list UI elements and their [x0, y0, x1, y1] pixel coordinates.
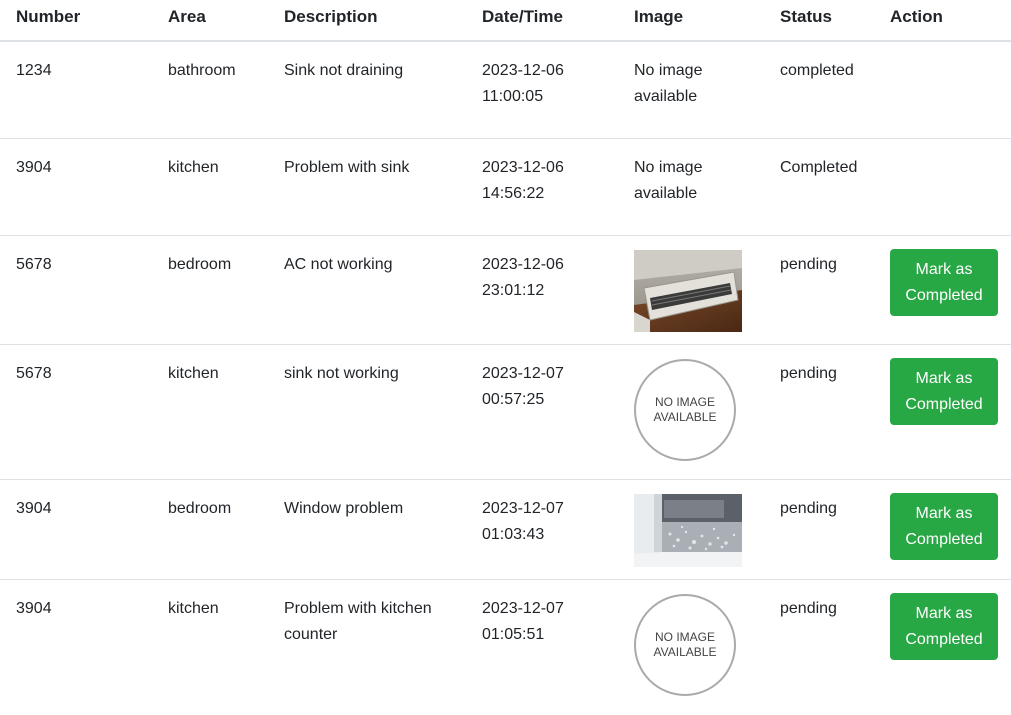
cell-status: pending [764, 478, 874, 579]
table-row: 3904 kitchen Problem with sink 2023-12-0… [0, 137, 1011, 235]
cell-area: kitchen [152, 578, 268, 714]
header-area: Area [152, 0, 268, 42]
mark-completed-button[interactable]: Mark as Completed [890, 492, 998, 560]
no-image-text: No image available [634, 158, 703, 202]
cell-number: 1234 [16, 62, 52, 79]
time-text: 00:57:25 [482, 390, 545, 408]
mark-completed-button[interactable]: Mark as Completed [890, 357, 998, 425]
cell-action: Mark as Completed [874, 343, 1011, 479]
date-text: 2023-12-06 [482, 255, 564, 273]
cell-area: kitchen [152, 137, 268, 235]
cell-image: No image available [618, 137, 764, 235]
cell-status: pending [764, 578, 874, 714]
cell-status: Completed [764, 137, 874, 235]
cell-number: 3904 [0, 137, 152, 235]
ac-unit-photo [634, 249, 742, 332]
table-header: Number Area Description Date/Time Image … [0, 0, 1011, 42]
cell-number: 3904 [0, 578, 152, 714]
cell-description: sink not working [268, 343, 466, 479]
cell-action [874, 41, 1011, 138]
cell-datetime: 2023-12-06 11:00:05 [466, 41, 618, 138]
table-row: 3904 bedroom Window problem 2023-12-07 0… [0, 478, 1011, 579]
cell-description: Problem with sink [268, 137, 466, 235]
date-text: 2023-12-07 [482, 599, 564, 617]
cell-image [618, 234, 764, 344]
cell-description: Window problem [268, 478, 466, 579]
cell-area: bedroom [152, 234, 268, 344]
cell-datetime: 2023-12-07 01:05:51 [466, 578, 618, 714]
header-status: Status [764, 0, 874, 42]
cell-action: Mark as Completed [874, 578, 1011, 714]
cell-status: completed [780, 62, 854, 79]
cell-description: Sink not draining [284, 62, 404, 79]
cell-status: pending [764, 343, 874, 479]
date-text: 2023-12-06 [482, 62, 564, 79]
cell-number: 5678 [0, 234, 152, 344]
header-description: Description [268, 0, 466, 42]
time-text: 01:05:51 [482, 625, 545, 643]
time-text: 23:01:12 [482, 281, 545, 299]
window-image [634, 493, 742, 567]
date-text: 2023-12-07 [482, 364, 564, 382]
date-text: 2023-12-07 [482, 499, 564, 517]
ac-unit-image [634, 249, 742, 332]
cell-datetime: 2023-12-06 23:01:12 [466, 234, 618, 344]
time-text: 11:00:05 [482, 88, 544, 105]
window-photo [634, 493, 742, 567]
header-datetime: Date/Time [466, 0, 618, 42]
cell-image: NO IMAGE AVAILABLE [618, 343, 764, 479]
date-text: 2023-12-06 [482, 158, 564, 176]
header-action: Action [874, 0, 1011, 42]
cell-action: Mark as Completed [874, 234, 1011, 344]
no-image-placeholder: NO IMAGE AVAILABLE [634, 358, 736, 461]
header-number: Number [0, 0, 152, 42]
table-row: 5678 bedroom AC not working 2023-12-06 2… [0, 234, 1011, 344]
cell-image: NO IMAGE AVAILABLE [618, 578, 764, 714]
time-text: 01:03:43 [482, 525, 545, 543]
cell-action: Mark as Completed [874, 478, 1011, 579]
cell-number: 5678 [0, 343, 152, 479]
cell-image [618, 478, 764, 579]
header-image: Image [618, 0, 764, 42]
cell-number: 3904 [0, 478, 152, 579]
no-image-placeholder: NO IMAGE AVAILABLE [634, 593, 736, 696]
mark-completed-button[interactable]: Mark as Completed [890, 248, 998, 316]
maintenance-requests-table: Number Area Description Date/Time Image … [0, 0, 1011, 714]
requests-table-container: Number Area Description Date/Time Image … [0, 0, 1011, 715]
cell-datetime: 2023-12-06 14:56:22 [466, 137, 618, 235]
cell-action [874, 137, 1011, 235]
cell-area: bathroom [168, 62, 236, 79]
no-image-text: No image available [634, 62, 703, 105]
cell-datetime: 2023-12-07 00:57:25 [466, 343, 618, 479]
table-row: 3904 kitchen Problem with kitchen counte… [0, 578, 1011, 714]
cell-datetime: 2023-12-07 01:03:43 [466, 478, 618, 579]
table-row: 5678 kitchen sink not working 2023-12-07… [0, 343, 1011, 479]
table-body: 1234 bathroom Sink not draining 2023-12-… [0, 41, 1011, 714]
mark-completed-button[interactable]: Mark as Completed [890, 592, 998, 660]
cell-area: kitchen [152, 343, 268, 479]
cell-area: bedroom [152, 478, 268, 579]
time-text: 14:56:22 [482, 184, 545, 202]
cell-status: pending [764, 234, 874, 344]
cell-image: No image available [618, 41, 764, 138]
table-row: 1234 bathroom Sink not draining 2023-12-… [0, 41, 1011, 138]
cell-description: Problem with kitchen counter [268, 578, 466, 714]
header-row: Number Area Description Date/Time Image … [0, 0, 1011, 42]
cell-description: AC not working [268, 234, 466, 344]
